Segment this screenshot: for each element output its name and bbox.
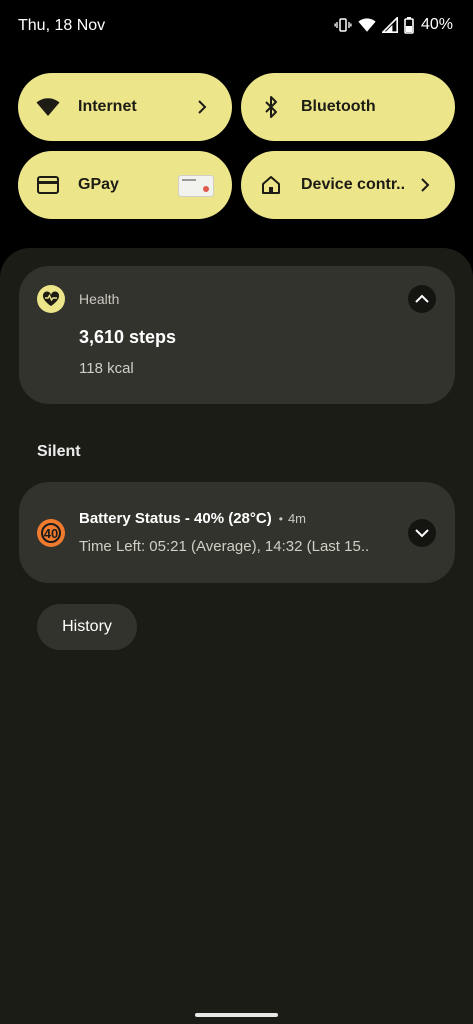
tile-bluetooth[interactable]: Bluetooth (241, 73, 455, 141)
chevron-down-icon (415, 529, 429, 538)
status-icons: 40% (334, 16, 453, 34)
health-notification[interactable]: Health 3,610 steps 118 kcal (19, 266, 455, 404)
status-bar: Thu, 18 Nov 40% (0, 0, 473, 54)
tile-device-controls-label: Device contr.. (301, 176, 406, 193)
notification-title: Battery Status - 40% (28°C) (79, 510, 272, 527)
section-header-silent: Silent (37, 443, 81, 460)
collapse-button[interactable] (408, 285, 436, 313)
card-icon (36, 173, 60, 197)
notification-shade-screen: Thu, 18 Nov 40% Internet Bluetooth GPay … (0, 0, 473, 1024)
tile-bluetooth-label: Bluetooth (301, 98, 376, 115)
home-icon (259, 173, 283, 197)
tile-device-controls[interactable]: Device contr.. (241, 151, 455, 219)
payment-card-thumbnail (178, 175, 214, 197)
signal-icon (381, 17, 398, 33)
bluetooth-icon (259, 95, 283, 119)
battery-percent: 40% (420, 16, 453, 33)
chevron-right-icon (190, 95, 214, 119)
tile-gpay-label: GPay (78, 176, 119, 193)
heart-pulse-icon (37, 285, 65, 313)
notification-app-name: Health (79, 291, 120, 307)
vibrate-icon (334, 16, 352, 34)
status-date: Thu, 18 Nov (18, 17, 106, 34)
expand-button[interactable] (408, 519, 436, 547)
battery-level-icon: 40 (37, 519, 65, 547)
tile-internet-label: Internet (78, 98, 137, 115)
history-button[interactable]: History (37, 604, 137, 650)
gesture-nav-handle[interactable] (195, 1013, 278, 1017)
chevron-up-icon (415, 294, 429, 303)
notification-text: 118 kcal (79, 360, 134, 377)
notification-title: 3,610 steps (79, 327, 177, 347)
battery-status-notification[interactable]: 40 Battery Status - 40% (28°C) • 4m Time… (19, 482, 455, 583)
notification-header: Battery Status - 40% (28°C) • 4m (79, 510, 306, 527)
chevron-right-icon (413, 173, 437, 197)
separator-dot: • (278, 512, 283, 526)
tile-internet[interactable]: Internet (18, 73, 232, 141)
battery-level-icon-text: 40 (41, 523, 61, 543)
quick-settings-tiles: Internet Bluetooth GPay Device contr.. (18, 73, 455, 219)
tile-gpay[interactable]: GPay (18, 151, 232, 219)
notification-text: Time Left: 05:21 (Average), 14:32 (Last … (79, 538, 370, 555)
wifi-icon (36, 95, 60, 119)
battery-icon (404, 16, 414, 34)
notification-time: 4m (287, 511, 306, 526)
wifi-icon (358, 17, 376, 33)
